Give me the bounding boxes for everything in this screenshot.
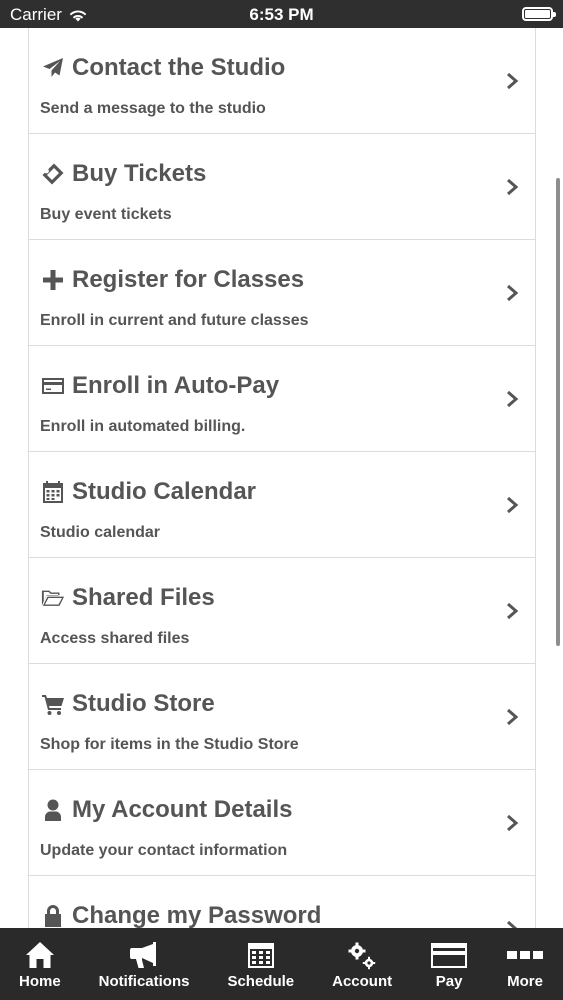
chevron-right-icon — [505, 496, 519, 514]
tab-label: Pay — [435, 973, 463, 990]
menu-item-subtitle: Update your contact information — [40, 842, 288, 859]
menu-item-register-classes[interactable]: Register for Classes Enroll in current a… — [29, 240, 535, 346]
menu-item-studio-store[interactable]: Studio Store Shop for items in the Studi… — [29, 664, 535, 770]
credit-card-icon — [430, 940, 468, 970]
menu-item-title: Studio Calendar — [72, 478, 257, 505]
chevron-right-icon — [505, 814, 519, 832]
menu-item-title-row: Enroll in Auto-Pay — [40, 372, 279, 400]
tab-label: Notifications — [98, 973, 190, 990]
chevron-right-icon — [505, 920, 519, 928]
menu-item-subtitle: Shop for items in the Studio Store — [40, 736, 299, 753]
menu-item-title: Enroll in Auto-Pay — [72, 372, 280, 399]
chevron-right-icon — [505, 708, 519, 726]
menu-item-buy-tickets[interactable]: Buy Tickets Buy event tickets — [29, 134, 535, 240]
lock-icon — [40, 903, 66, 928]
menu-item-title-row: Contact the Studio — [40, 54, 285, 82]
menu-item-title-row: Buy Tickets — [40, 160, 206, 188]
menu-item-contact-studio[interactable]: Contact the Studio Send a message to the… — [29, 28, 535, 134]
paper-plane-icon — [40, 55, 66, 81]
menu-item-title: My Account Details — [72, 796, 293, 823]
tab-label: Account — [332, 973, 393, 990]
calendar-grid-icon — [247, 940, 275, 970]
chevron-right-icon — [505, 390, 519, 408]
chevron-right-icon — [505, 178, 519, 196]
menu-item-change-password[interactable]: Change my Password — [29, 876, 535, 928]
menu-item-studio-calendar[interactable]: Studio Calendar Studio calendar — [29, 452, 535, 558]
menu-item-title-row: Change my Password — [40, 902, 321, 928]
menu-item-title-row: Shared Files — [40, 584, 215, 612]
tab-label: More — [507, 973, 543, 990]
tab-notifications[interactable]: Notifications — [80, 928, 209, 1000]
menu-item-subtitle: Enroll in current and future classes — [40, 312, 309, 329]
menu-item-subtitle: Send a message to the studio — [40, 100, 266, 117]
menu-item-title: Studio Store — [72, 690, 215, 717]
gears-icon — [347, 940, 377, 970]
tab-bar: Home Notifications Schedule Account Pay … — [0, 928, 563, 1000]
menu-item-shared-files[interactable]: Shared Files Access shared files — [29, 558, 535, 664]
menu-item-subtitle: Access shared files — [40, 630, 190, 647]
chevron-right-icon — [505, 284, 519, 302]
menu-item-subtitle: Buy event tickets — [40, 206, 172, 223]
cart-icon — [40, 691, 66, 717]
menu-item-title: Shared Files — [72, 584, 215, 611]
menu-item-title-row: Studio Store — [40, 690, 215, 718]
tab-label: Home — [18, 973, 61, 990]
plus-icon — [40, 267, 66, 293]
credit-card-icon — [40, 373, 66, 399]
menu-item-auto-pay[interactable]: Enroll in Auto-Pay Enroll in automated b… — [29, 346, 535, 452]
chevron-right-icon — [505, 602, 519, 620]
tab-schedule[interactable]: Schedule — [208, 928, 313, 1000]
scrollbar[interactable] — [556, 178, 560, 646]
menu-item-subtitle: Studio calendar — [40, 524, 161, 541]
menu-item-account-details[interactable]: My Account Details Update your contact i… — [29, 770, 535, 876]
home-icon — [25, 940, 55, 970]
menu-list: Contact the Studio Send a message to the… — [28, 28, 536, 928]
tab-account[interactable]: Account — [313, 928, 411, 1000]
more-icon — [506, 940, 544, 970]
tab-home[interactable]: Home — [0, 928, 80, 1000]
menu-item-title-row: Register for Classes — [40, 266, 304, 294]
tab-more[interactable]: More — [487, 928, 563, 1000]
megaphone-icon — [129, 940, 159, 970]
menu-item-title: Contact the Studio — [72, 54, 286, 81]
clock: 6:53 PM — [249, 5, 314, 24]
menu-item-subtitle: Enroll in automated billing. — [40, 418, 246, 435]
menu-item-title: Buy Tickets — [72, 160, 207, 187]
menu-item-title-row: My Account Details — [40, 796, 293, 824]
menu-item-title-row: Studio Calendar — [40, 478, 256, 506]
user-icon — [40, 797, 66, 823]
chevron-right-icon — [505, 72, 519, 90]
battery-icon — [522, 7, 556, 21]
menu-item-title: Register for Classes — [72, 266, 305, 293]
tab-pay[interactable]: Pay — [411, 928, 487, 1000]
menu-item-title: Change my Password — [72, 902, 322, 928]
menu-scroll-area[interactable]: Contact the Studio Send a message to the… — [0, 28, 563, 928]
tab-label: Schedule — [227, 973, 295, 990]
status-bar: Carrier 6:53 PM — [0, 0, 563, 28]
calendar-icon — [40, 479, 66, 505]
folder-open-icon — [40, 585, 66, 611]
ticket-icon — [40, 161, 66, 187]
